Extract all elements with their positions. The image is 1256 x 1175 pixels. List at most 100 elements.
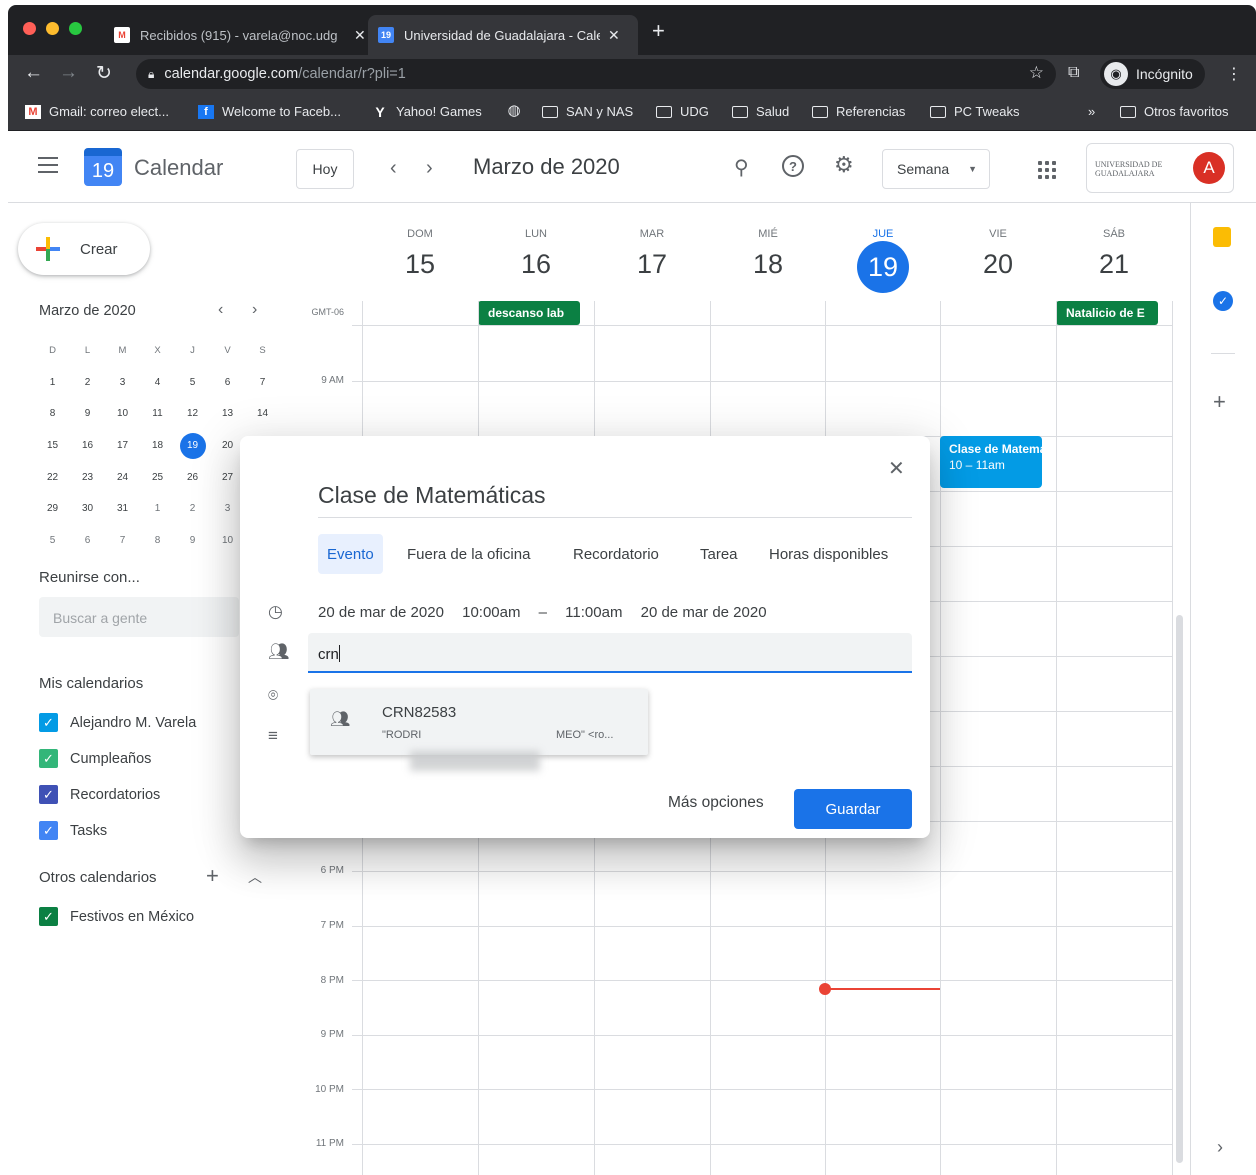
bookmark-yahoo[interactable]: Y Yahoo! Games xyxy=(372,104,481,120)
mini-day[interactable]: 23 xyxy=(70,461,105,493)
tab-recordatorio[interactable]: Recordatorio xyxy=(564,534,668,574)
search-people-input[interactable]: Buscar a gente xyxy=(39,597,239,637)
event-title-input[interactable]: Clase de Matemáticas xyxy=(318,482,912,518)
mini-day[interactable]: 8 xyxy=(140,525,175,557)
prev-week-icon[interactable]: ‹ xyxy=(390,157,397,180)
bookmark-facebook[interactable]: f Welcome to Faceb... xyxy=(198,104,341,119)
next-week-icon[interactable]: › xyxy=(426,157,433,180)
settings-gear-icon[interactable]: ⚙ xyxy=(834,152,854,178)
bookmark-udg[interactable]: UDG xyxy=(656,104,709,119)
bookmark-referencias[interactable]: Referencias xyxy=(812,104,905,119)
start-time[interactable]: 10:00am xyxy=(462,604,520,621)
start-date[interactable]: 20 de mar de 2020 xyxy=(318,604,444,621)
event-chip[interactable]: Clase de Matemáticas 10 – 11am xyxy=(940,436,1042,488)
mini-day[interactable]: 1 xyxy=(140,493,175,525)
day-number[interactable]: 16 xyxy=(506,249,566,280)
checkbox-checked-icon[interactable]: ✓ xyxy=(39,907,58,926)
mini-day[interactable]: 15 xyxy=(35,430,70,462)
close-icon[interactable]: ✕ xyxy=(888,456,905,481)
mini-day[interactable]: 2 xyxy=(70,367,105,399)
mini-day[interactable]: 9 xyxy=(70,398,105,430)
bookmarks-overflow-icon[interactable]: » xyxy=(1088,104,1095,119)
avatar[interactable]: A xyxy=(1193,152,1225,184)
search-icon[interactable]: ⚲ xyxy=(734,155,749,180)
google-apps-icon[interactable] xyxy=(1038,161,1056,179)
reload-icon[interactable]: ↻ xyxy=(96,62,112,85)
mini-day[interactable]: 13 xyxy=(210,398,245,430)
tab-calendar[interactable]: 19 Universidad de Guadalajara - Calendar… xyxy=(368,15,638,55)
calendar-item[interactable]: ✓ Recordatorios xyxy=(39,785,160,804)
end-time[interactable]: 11:00am xyxy=(565,604,622,621)
incognito-badge[interactable]: ◉ Incógnito xyxy=(1100,59,1205,89)
mini-day[interactable]: 19 xyxy=(175,430,210,462)
mini-day[interactable]: 1 xyxy=(35,367,70,399)
mini-day[interactable]: 4 xyxy=(140,367,175,399)
mini-day[interactable]: 31 xyxy=(105,493,140,525)
today-button[interactable]: Hoy xyxy=(296,149,354,189)
mini-day[interactable]: 6 xyxy=(70,525,105,557)
expand-panel-icon[interactable]: › xyxy=(1217,1137,1223,1158)
calendar-item[interactable]: ✓ Alejandro M. Varela xyxy=(39,713,196,732)
account-switcher[interactable]: UNIVERSIDAD DE GUADALAJARA A xyxy=(1086,143,1234,193)
mini-day[interactable]: 7 xyxy=(245,367,280,399)
checkbox-checked-icon[interactable]: ✓ xyxy=(39,821,58,840)
bookmark-other-favorites[interactable]: Otros favoritos xyxy=(1120,104,1229,119)
calendar-item[interactable]: ✓ Tasks xyxy=(39,821,107,840)
day-number[interactable]: 18 xyxy=(738,249,798,280)
checkbox-checked-icon[interactable]: ✓ xyxy=(39,713,58,732)
mini-day[interactable]: 25 xyxy=(140,461,175,493)
day-number[interactable]: 19 xyxy=(857,241,909,293)
day-number[interactable]: 15 xyxy=(390,249,450,280)
checkbox-checked-icon[interactable]: ✓ xyxy=(39,749,58,768)
tab-horas-disponibles[interactable]: Horas disponibles xyxy=(760,534,897,574)
mini-day[interactable]: 10 xyxy=(105,398,140,430)
minimize-window-button[interactable] xyxy=(46,22,59,35)
allday-event[interactable]: Natalicio de E xyxy=(1056,301,1158,325)
tab-fuera-oficina[interactable]: Fuera de la oficina xyxy=(398,534,539,574)
mini-day[interactable]: 3 xyxy=(105,367,140,399)
bookmark-san-nas[interactable]: SAN y NAS xyxy=(542,104,633,119)
mini-day[interactable]: 9 xyxy=(175,525,210,557)
tab-gmail[interactable]: M Recibidos (915) - varela@noc.udg ✕ xyxy=(104,15,376,55)
other-calendars-label[interactable]: Otros calendarios xyxy=(39,869,157,886)
checkbox-checked-icon[interactable]: ✓ xyxy=(39,785,58,804)
new-tab-button[interactable]: + xyxy=(652,20,665,42)
day-number[interactable]: 17 xyxy=(622,249,682,280)
allday-event[interactable]: descanso lab xyxy=(478,301,580,325)
mini-day[interactable]: 6 xyxy=(210,367,245,399)
guest-suggestion[interactable]: 👥︎ CRN82583 "RODRI MEO" <ro... xyxy=(310,689,648,755)
close-tab-icon[interactable]: ✕ xyxy=(608,27,620,44)
mini-day[interactable]: 18 xyxy=(140,430,175,462)
create-button[interactable]: Crear xyxy=(18,223,150,275)
mini-next-month-icon[interactable]: › xyxy=(252,301,257,319)
mini-day[interactable]: 7 xyxy=(105,525,140,557)
more-options-button[interactable]: Más opciones xyxy=(668,794,764,812)
mini-day[interactable]: 22 xyxy=(35,461,70,493)
mini-day[interactable]: 5 xyxy=(175,367,210,399)
mini-day[interactable]: 14 xyxy=(245,398,280,430)
guest-input[interactable]: crn xyxy=(308,633,912,673)
mini-day[interactable]: 8 xyxy=(35,398,70,430)
add-calendar-icon[interactable]: + xyxy=(206,863,219,889)
close-window-button[interactable] xyxy=(23,22,36,35)
bookmark-salud[interactable]: Salud xyxy=(732,104,789,119)
mini-day[interactable]: 12 xyxy=(175,398,210,430)
bookmark-star-icon[interactable]: ☆ xyxy=(1029,63,1044,83)
close-tab-icon[interactable]: ✕ xyxy=(354,27,366,44)
mini-day[interactable]: 5 xyxy=(35,525,70,557)
help-icon[interactable]: ? xyxy=(782,155,804,177)
day-number[interactable]: 21 xyxy=(1084,249,1144,280)
tab-evento[interactable]: Evento xyxy=(318,534,383,574)
keep-icon[interactable] xyxy=(1213,227,1231,247)
mini-day[interactable]: 24 xyxy=(105,461,140,493)
tasks-icon[interactable]: ✓ xyxy=(1213,291,1233,311)
browser-menu-icon[interactable]: ⋮ xyxy=(1226,64,1242,84)
globe-bookmark[interactable]: ◍ xyxy=(506,102,530,119)
add-addon-icon[interactable]: + xyxy=(1213,389,1226,415)
mini-prev-month-icon[interactable]: ‹ xyxy=(218,301,223,319)
day-number[interactable]: 20 xyxy=(968,249,1028,280)
bookmark-gmail[interactable]: M Gmail: correo elect... xyxy=(25,104,169,119)
save-button[interactable]: Guardar xyxy=(794,789,912,829)
mini-day[interactable]: 30 xyxy=(70,493,105,525)
mini-day[interactable]: 2 xyxy=(175,493,210,525)
